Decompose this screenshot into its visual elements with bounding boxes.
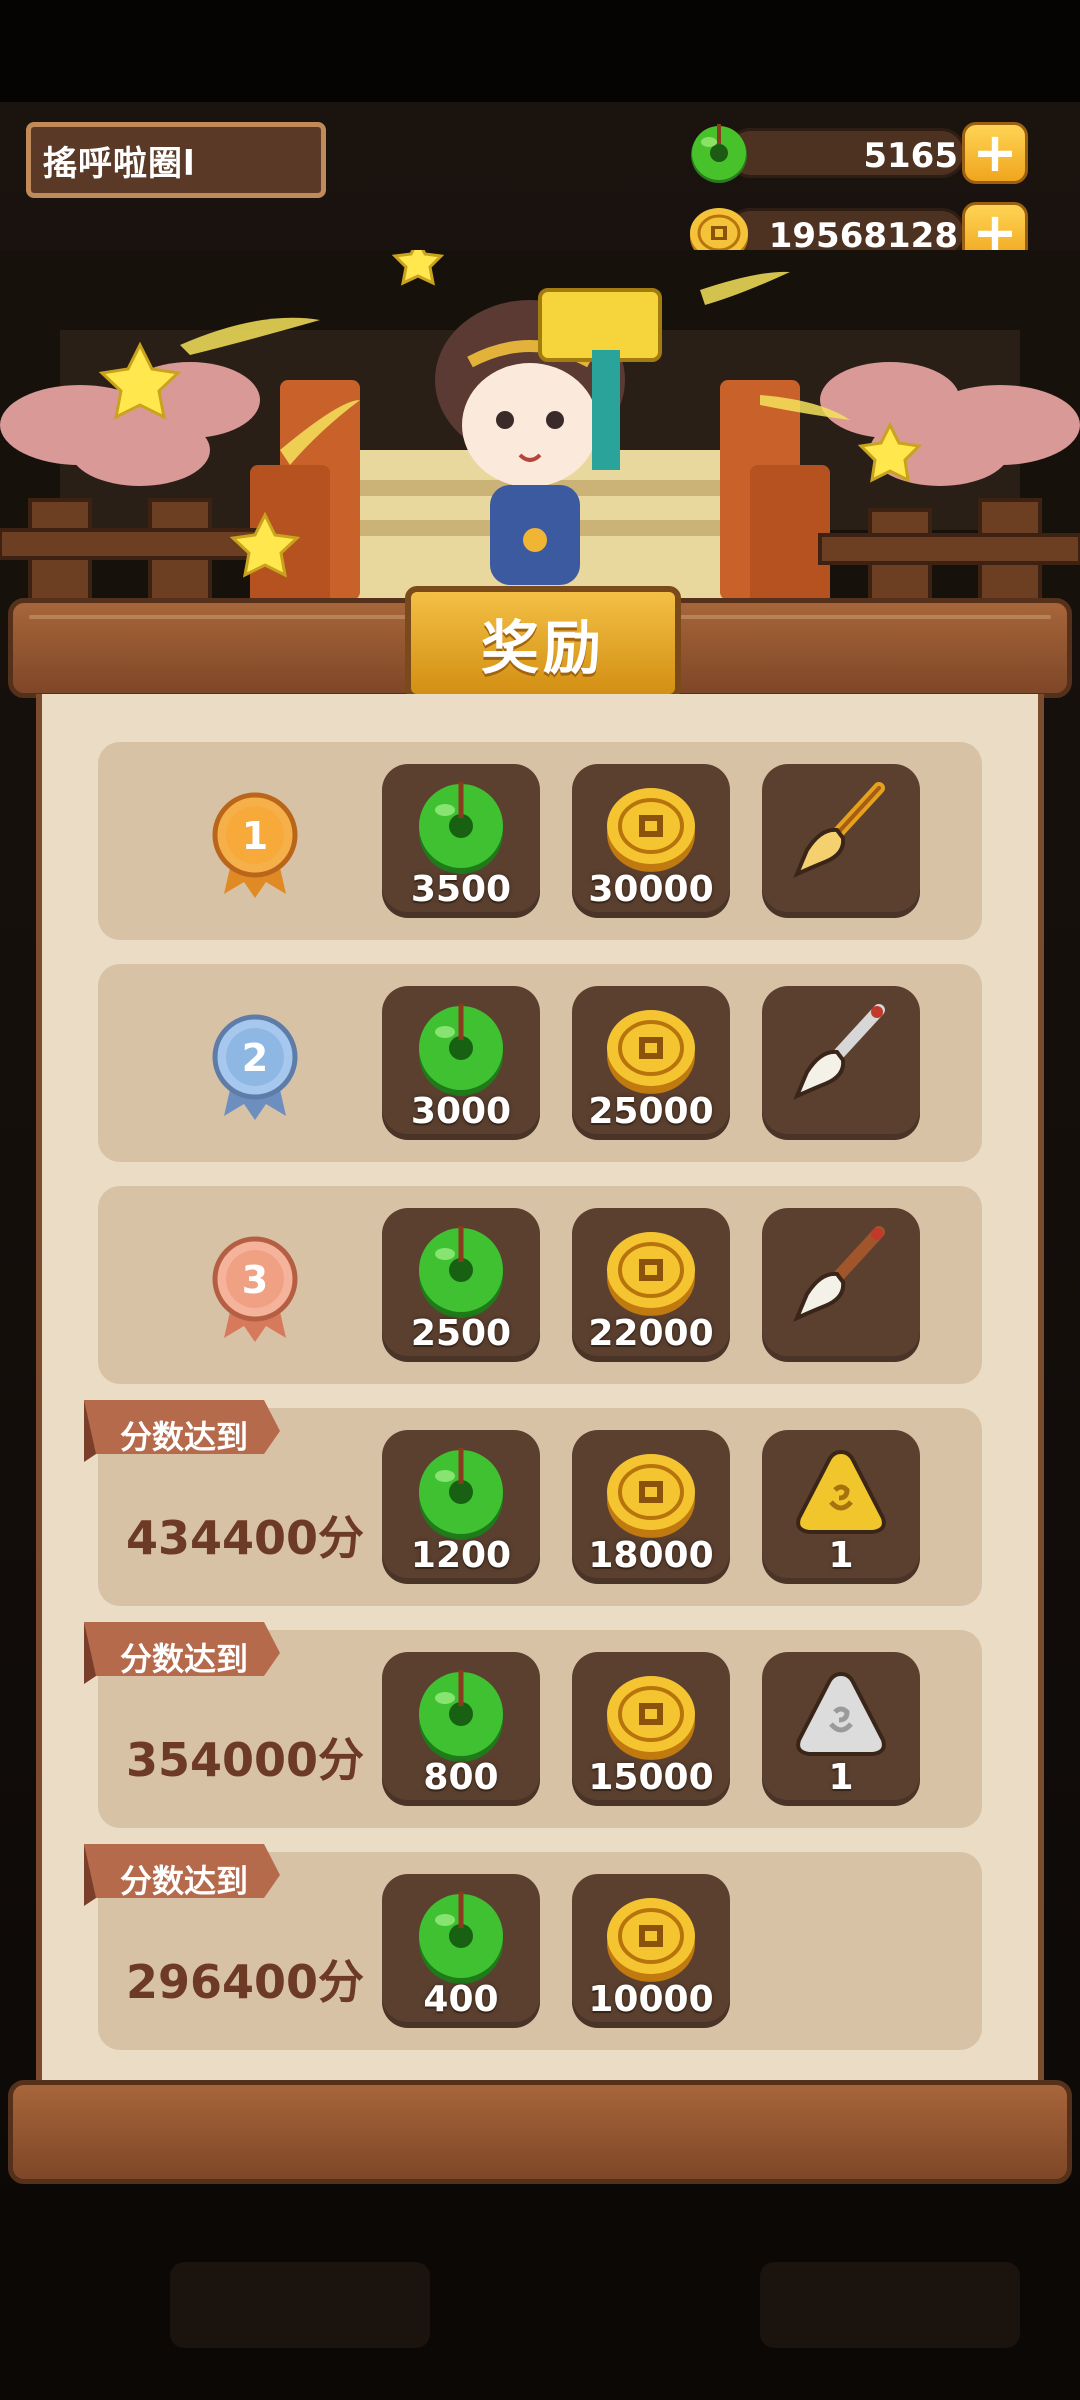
- rank-2-medal-icon: 2: [212, 1014, 298, 1120]
- green-jade-icon: [419, 782, 503, 874]
- reward-brush-item[interactable]: [762, 986, 920, 1140]
- reward-jade-item[interactable]: 3000: [382, 986, 540, 1140]
- green-jade-icon: [419, 1226, 503, 1318]
- reward-jade-amount: 400: [423, 1979, 499, 2020]
- gold-coin-icon: [607, 1676, 695, 1760]
- reward-jade-item[interactable]: 1200: [382, 1430, 540, 1584]
- gold-coin-icon: [607, 1454, 695, 1538]
- reward-token-count: 1: [828, 1757, 854, 1798]
- silver-brush-icon: [793, 1004, 885, 1100]
- green-jade-icon: [691, 124, 747, 183]
- rank-reward-row-1: 1 3500 30000: [98, 742, 982, 940]
- gold-coin-icon: [607, 1898, 695, 1982]
- reward-brush-item[interactable]: [762, 1208, 920, 1362]
- rank-1-medal-icon: 1: [212, 792, 298, 898]
- score-reward-row-2: 分数达到 354000分 800 15000 1: [84, 1622, 982, 1828]
- reward-coin-amount: 30000: [588, 869, 714, 910]
- celebration-scene: [0, 250, 1080, 610]
- reward-jade-amount: 1200: [410, 1535, 512, 1576]
- reward-jade-amount: 800: [423, 1757, 499, 1798]
- reward-brush-item[interactable]: [762, 764, 920, 918]
- gold-coin-icon: [607, 1232, 695, 1316]
- dialog-footer-plank: [8, 2080, 1072, 2184]
- jade-currency-bar: 5165 +: [686, 122, 1028, 184]
- rank-reward-row-3: 3 2500 22000: [98, 1186, 982, 1384]
- score-tag-label: 分数达到: [120, 1862, 249, 1900]
- reward-jade-amount: 3500: [410, 869, 512, 910]
- add-jade-button[interactable]: +: [962, 122, 1028, 184]
- reward-coin-item[interactable]: 18000: [572, 1430, 730, 1584]
- green-jade-icon: [419, 1670, 503, 1762]
- rank-reward-row-2: 2 3000 25000: [98, 964, 982, 1162]
- rank-2-number: 2: [242, 1036, 268, 1080]
- reward-coin-item[interactable]: 30000: [572, 764, 730, 918]
- reward-coin-item[interactable]: 22000: [572, 1208, 730, 1362]
- green-jade-icon: [419, 1448, 503, 1540]
- score-threshold: 296400分: [126, 1955, 365, 2009]
- reward-coin-item[interactable]: 15000: [572, 1652, 730, 1806]
- gold-brush-icon: [793, 782, 885, 878]
- reward-coin-amount: 15000: [588, 1757, 714, 1798]
- score-tag-label: 分数达到: [120, 1640, 249, 1678]
- score-threshold: 354000分: [126, 1733, 365, 1787]
- reward-jade-item[interactable]: 2500: [382, 1208, 540, 1362]
- reward-jade-amount: 2500: [410, 1313, 512, 1354]
- reward-coin-amount: 25000: [588, 1091, 714, 1132]
- jade-amount: 5165: [863, 136, 958, 176]
- reward-coin-item[interactable]: 10000: [572, 1874, 730, 2028]
- rank-1-number: 1: [242, 814, 268, 858]
- score-tag-label: 分数达到: [120, 1418, 249, 1456]
- status-bar-area: [0, 0, 1080, 102]
- gold-triangle-token-icon: [796, 1449, 886, 1534]
- reward-token-item[interactable]: 1: [762, 1430, 920, 1584]
- player-name: 搖呼啦圈l: [43, 143, 196, 184]
- reward-jade-item[interactable]: 800: [382, 1652, 540, 1806]
- bronze-brush-icon: [793, 1226, 885, 1322]
- rank-3-number: 3: [242, 1258, 268, 1302]
- score-threshold: 434400分: [126, 1511, 365, 1565]
- background-button-right: [760, 2262, 1020, 2348]
- reward-coin-amount: 22000: [588, 1313, 714, 1354]
- score-reward-row-3: 分数达到 296400分 400 10000: [84, 1844, 982, 2050]
- silver-triangle-token-icon: [796, 1671, 886, 1756]
- dialog-title-badge: 奖励: [405, 586, 681, 700]
- score-reward-row-1: 分数达到 434400分 1200 18000 1: [84, 1400, 982, 1606]
- green-jade-icon: [419, 1004, 503, 1096]
- reward-coin-amount: 18000: [588, 1535, 714, 1576]
- gold-coin-icon: [607, 1010, 695, 1094]
- background-button-left: [170, 2262, 430, 2348]
- reward-jade-amount: 3000: [410, 1091, 512, 1132]
- dialog-title: 奖励: [480, 614, 605, 682]
- reward-coin-item[interactable]: 25000: [572, 986, 730, 1140]
- reward-token-count: 1: [828, 1535, 854, 1576]
- reward-token-item[interactable]: 1: [762, 1652, 920, 1806]
- gold-coin-icon: [607, 788, 695, 872]
- green-jade-icon: [419, 1892, 503, 1984]
- reward-coin-amount: 10000: [588, 1979, 714, 2020]
- reward-jade-item[interactable]: 3500: [382, 764, 540, 918]
- rank-3-medal-icon: 3: [212, 1236, 298, 1342]
- reward-jade-item[interactable]: 400: [382, 1874, 540, 2028]
- player-name-box[interactable]: 搖呼啦圈l: [26, 122, 326, 198]
